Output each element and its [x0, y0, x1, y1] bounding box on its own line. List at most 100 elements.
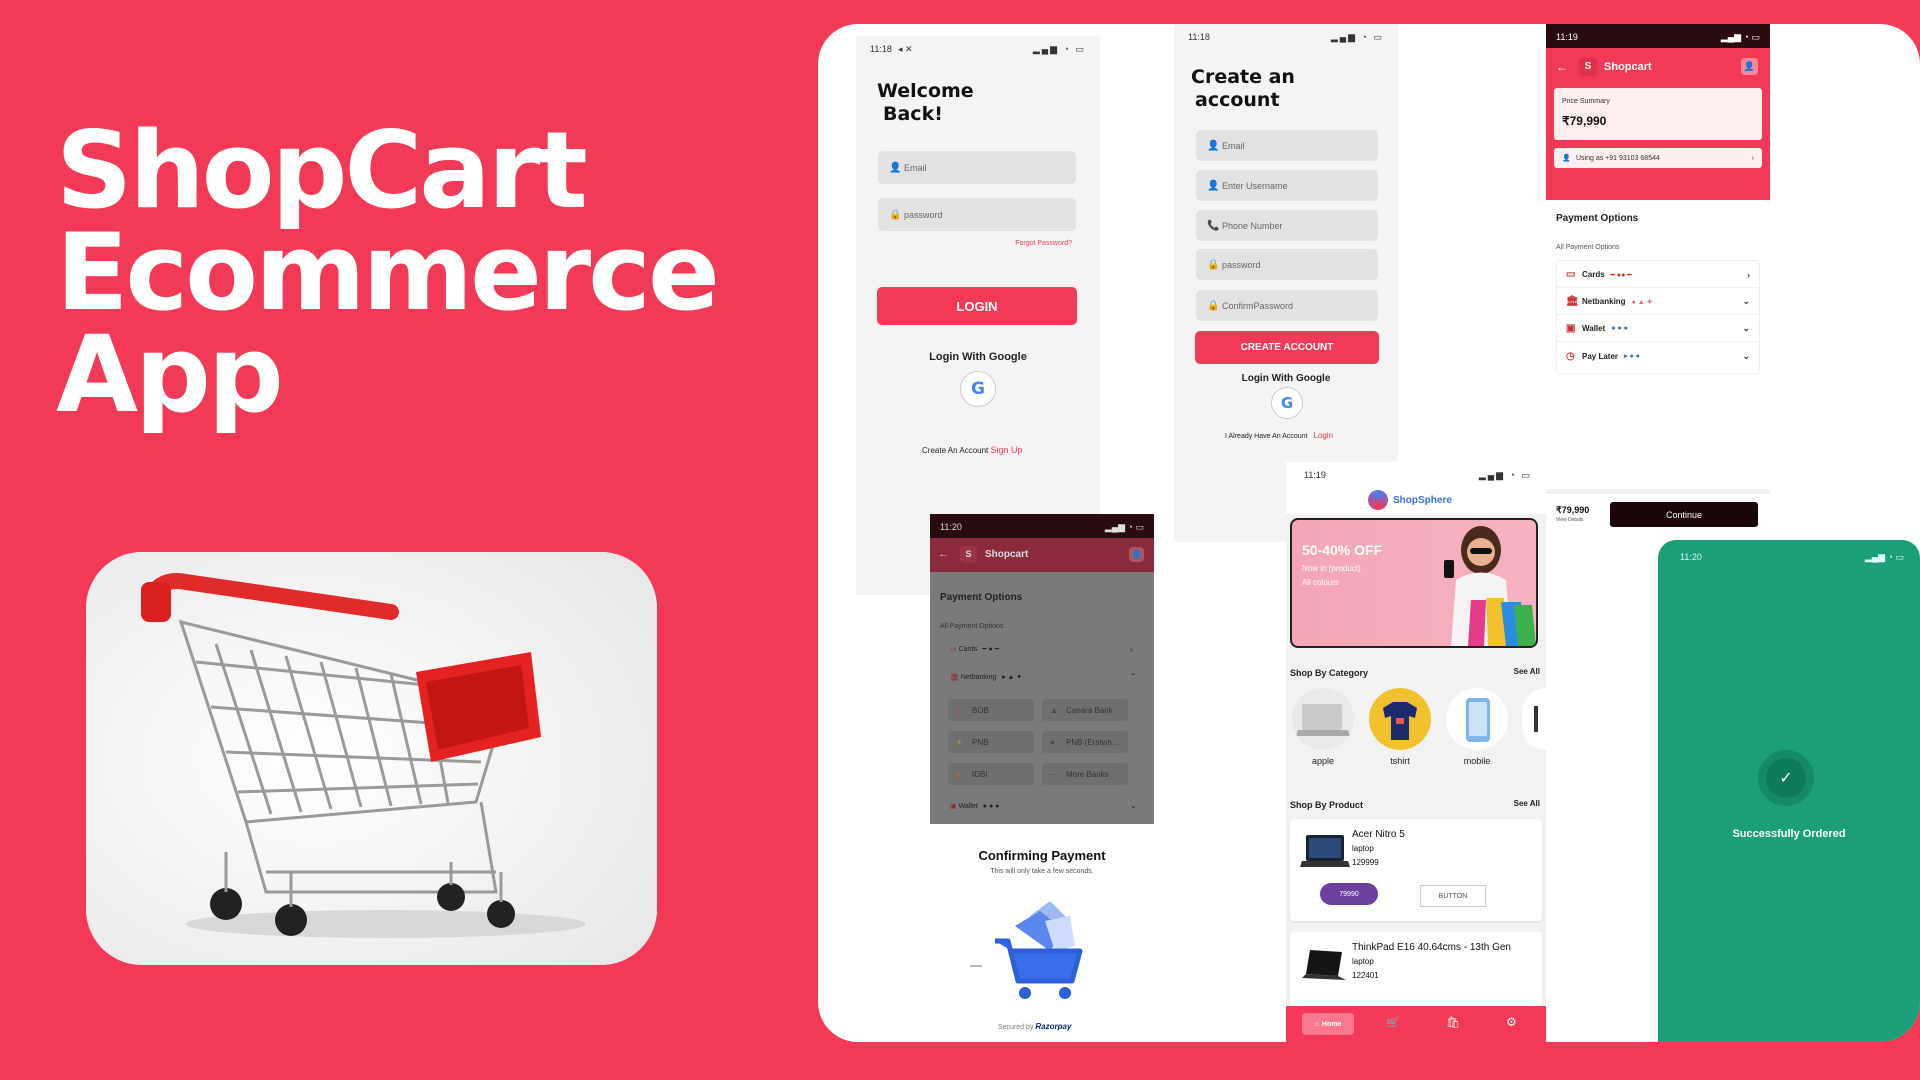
status-bar: 11:20 ▂▄▆ ◔ ▭: [930, 514, 1154, 538]
tshirt-image: [1383, 702, 1417, 740]
forgot-password-link[interactable]: Forgot Password?: [1015, 240, 1072, 247]
banner-line-1: Now in (product): [1302, 564, 1361, 573]
category-label: apple: [1311, 756, 1335, 766]
google-login-button[interactable]: G: [960, 371, 996, 407]
payment-row-cards[interactable]: ▭ Cards ━ ● ━: [950, 645, 999, 653]
user-icon: 👤: [889, 162, 902, 173]
password-field[interactable]: 🔒 password: [878, 198, 1076, 231]
user-icon: 👤: [1207, 140, 1220, 151]
brand-name: Shopcart: [1604, 61, 1652, 73]
profile-icon[interactable]: 👤: [1129, 547, 1144, 562]
back-arrow-icon[interactable]: ←: [1556, 60, 1568, 74]
price-chip[interactable]: 79990: [1320, 883, 1378, 905]
nav-home[interactable]: ⌂ Home: [1302, 1013, 1354, 1035]
status-bar: 11:18 ◂ ✕ ▂▄▆ ◔ ▭: [856, 36, 1100, 60]
razorpay-screen: 11:20 ▂▄▆ ◔ ▭ ← S Shopcart 👤 Payment Opt…: [930, 514, 1154, 1042]
avatar: S: [960, 546, 977, 563]
product-name: ThinkPad E16 40.64cms - 13th Gen: [1352, 942, 1511, 953]
dimmed-payment-sheet: 11:20 ▂▄▆ ◔ ▭ ← S Shopcart 👤 Payment Opt…: [930, 514, 1154, 824]
register-email-field[interactable]: 👤 Email: [1196, 130, 1378, 161]
bank-option[interactable]: ● PNB (Erstwh...: [1042, 731, 1128, 753]
username-field[interactable]: 👤 Enter Username: [1196, 170, 1378, 201]
category-mobile[interactable]: [1446, 688, 1508, 750]
check-icon: ✓: [1766, 758, 1806, 798]
more-banks-option[interactable]: ··· More Banks: [1042, 763, 1128, 785]
status-time: 11:19: [1556, 32, 1578, 42]
shopping-cart-icon: [86, 552, 657, 965]
cart-icon[interactable]: 🛒: [1386, 1016, 1400, 1029]
product-card[interactable]: ThinkPad E16 40.64cms - 13th Gen laptop …: [1290, 932, 1542, 1012]
signal-battery-icon: ▂▄▆ ◔ ▭: [1032, 44, 1086, 54]
success-screen: 11:20 ▂▄▆ ◔ ▭ ✓ Successfully Ordered: [1658, 540, 1920, 1042]
bank-brand-icons: ● ▲ ✦: [1631, 298, 1653, 306]
status-icons: ◂ ✕: [898, 44, 913, 54]
payment-row-cards[interactable]: ▭ Cards ━ ●● ━ ›: [1556, 262, 1760, 288]
user-icon: 👤: [1207, 180, 1220, 191]
laptop-image: [1296, 704, 1350, 736]
wallet-icon: ▣: [950, 803, 959, 810]
using-as-row[interactable]: 👤 Using as +91 93103 68544 ›: [1554, 148, 1762, 168]
signal-battery-icon: ▂▄▆ ◔ ▭: [1330, 32, 1384, 42]
chevron-down-icon: ⌄: [1742, 323, 1750, 333]
payment-row-pay-later[interactable]: ◷ Pay Later ▸ ● ● ⌄: [1556, 343, 1760, 369]
bank-option[interactable]: ✦ PNB: [948, 731, 1034, 753]
signal-battery-icon: ▂▄▆ ◔ ▭: [1864, 552, 1904, 562]
email-field[interactable]: 👤 Email: [878, 151, 1076, 184]
confirm-password-field[interactable]: 🔒 ConfirmPassword: [1196, 290, 1378, 321]
login-link[interactable]: Login: [1313, 431, 1333, 440]
paylater-brand-icons: ▸ ● ●: [1624, 353, 1640, 360]
profile-icon[interactable]: 👤: [1741, 58, 1758, 75]
google-login-button[interactable]: G: [1271, 387, 1303, 419]
bank-logo-icon: ●: [956, 705, 961, 715]
view-details-link[interactable]: View Details: [1556, 517, 1583, 523]
status-bar: 11:18 ▂▄▆ ◔ ▭: [1174, 24, 1398, 48]
continue-button[interactable]: Continue: [1610, 502, 1758, 527]
already-account-text: I Already Have An Account Login: [1225, 431, 1334, 440]
back-arrow-icon[interactable]: ←: [938, 548, 949, 560]
payment-row-netbanking[interactable]: 🏛 Netbanking ● ▲ ✦ ⌄: [1556, 289, 1760, 315]
category-tshirt[interactable]: [1369, 688, 1431, 750]
bank-brand-icons: ● ▲ ✦: [1001, 674, 1023, 681]
user-icon: 👤: [1562, 155, 1571, 162]
status-time: 11:18: [870, 44, 892, 54]
bank-logo-icon: ▲: [1050, 705, 1058, 715]
signal-battery-icon: ▂▄▆ ◔ ▭: [1478, 470, 1532, 480]
google-icon: G: [1280, 394, 1294, 412]
shopping-woman-image: [1444, 526, 1536, 646]
confirming-payment-subtitle: This will only take a few seconds.: [990, 868, 1094, 875]
promo-banner[interactable]: 50-40% OFF Now in (product) All colours: [1290, 518, 1538, 648]
product-price: 122401: [1352, 971, 1379, 980]
see-all-products-link[interactable]: See All: [1514, 799, 1540, 808]
payment-row-wallet[interactable]: ▣ Wallet ● ● ●: [950, 802, 999, 810]
mobile-image: [1466, 698, 1490, 742]
hero-line-3: App: [56, 313, 284, 436]
banner-line-2: All colours: [1302, 578, 1339, 587]
product-button[interactable]: BUTTON: [1420, 885, 1486, 907]
bank-logo-icon: ●: [956, 769, 961, 779]
login-google-label: Login With Google: [929, 351, 1027, 363]
processing-cart-icon: [970, 901, 1083, 999]
phone-field[interactable]: 📞 Phone Number: [1196, 210, 1378, 241]
bank-option[interactable]: ● BOB: [948, 699, 1034, 721]
bank-option[interactable]: ▲ Canara Bank: [1042, 699, 1128, 721]
bank-option[interactable]: ● IDBI: [948, 763, 1034, 785]
bag-icon[interactable]: 🛍: [1446, 1016, 1460, 1029]
settings-icon[interactable]: ⚙: [1506, 1015, 1517, 1029]
register-google-label: Login With Google: [1241, 373, 1331, 384]
payment-row-wallet[interactable]: ▣ Wallet ● ● ● ⌄: [1556, 316, 1760, 342]
payment-row-netbanking[interactable]: 🏛 Netbanking ● ▲ ✦: [950, 673, 1022, 681]
create-account-button[interactable]: CREATE ACCOUNT: [1195, 331, 1379, 364]
product-card[interactable]: Acer Nitro 5 laptop 129999 79990 BUTTON: [1290, 819, 1542, 921]
chevron-up-icon: ⌃: [1130, 672, 1137, 681]
see-all-categories-link[interactable]: See All: [1514, 667, 1540, 676]
bottom-nav: ⌂ Home 🛒 🛍 ⚙: [1286, 1006, 1546, 1042]
bottom-price: ₹79,990: [1556, 505, 1590, 515]
category-more[interactable]: [1522, 688, 1546, 750]
register-password-field[interactable]: 🔒 password: [1196, 249, 1378, 280]
category-apple[interactable]: [1292, 688, 1354, 750]
sign-up-link[interactable]: Sign Up: [991, 445, 1023, 455]
checkout-header: ← S Shopcart 👤 Price Summary ₹79,990 👤 U…: [1546, 48, 1770, 200]
product-price: 129999: [1352, 858, 1379, 867]
shop-by-product-title: Shop By Product: [1290, 800, 1364, 810]
login-button[interactable]: LOGIN: [877, 287, 1077, 325]
